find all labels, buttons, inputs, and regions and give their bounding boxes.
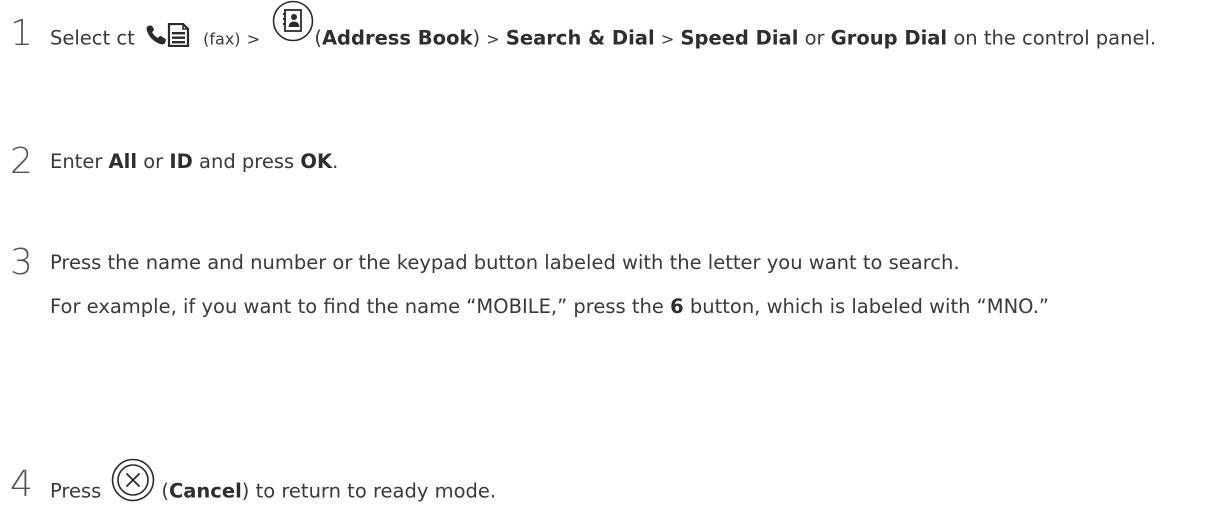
tail-text: on the control panel. bbox=[953, 26, 1157, 50]
instructions-page: 1 Select ct (fax) > (Address Book) > Sea… bbox=[0, 0, 1228, 523]
enter-text: Enter bbox=[50, 150, 103, 173]
step-text: Press (Cancel) to return to ready mode. bbox=[50, 458, 1214, 514]
step-3-line: Press the name and number or the keypad … bbox=[50, 251, 960, 274]
id-label: ID bbox=[169, 150, 193, 173]
open-paren: ( bbox=[161, 479, 169, 503]
six-button-label: 6 bbox=[670, 295, 684, 318]
step-number: 2 bbox=[10, 141, 33, 182]
close-paren: ) bbox=[472, 26, 481, 50]
step-text: Press the name and number or the keypad … bbox=[50, 247, 1214, 323]
step-text: Enter All or ID and press OK. bbox=[50, 146, 1214, 178]
step-text: Select ct (fax) > (Address Book) > Searc… bbox=[50, 0, 1214, 60]
step-number: 3 bbox=[10, 242, 33, 283]
group-dial-label: Group Dial bbox=[830, 26, 948, 50]
separator: > bbox=[660, 29, 675, 49]
all-label: All bbox=[108, 150, 138, 173]
step-number: 4 bbox=[10, 464, 33, 505]
address-book-label: Address Book bbox=[321, 26, 473, 50]
example-text-end: button, which is labeled with “MNO.” bbox=[689, 295, 1050, 318]
select-text: Select ct bbox=[50, 26, 135, 50]
or-text: or bbox=[143, 150, 164, 173]
separator: > bbox=[246, 29, 261, 49]
press-text: Press bbox=[50, 479, 102, 503]
separator: > bbox=[486, 29, 500, 49]
or-text: or bbox=[804, 26, 825, 50]
cancel-label: Cancel bbox=[168, 479, 242, 503]
period: . bbox=[332, 150, 339, 173]
tail-text: ) to return to ready mode. bbox=[241, 479, 497, 503]
ok-label: OK bbox=[300, 150, 333, 173]
open-paren: ( bbox=[314, 26, 322, 50]
address-book-icon bbox=[273, 0, 314, 42]
search-dial-label: Search & Dial bbox=[505, 26, 655, 50]
fax-label: (fax) bbox=[203, 29, 241, 49]
step-number: 1 bbox=[10, 13, 33, 54]
speed-dial-label: Speed Dial bbox=[680, 26, 799, 50]
press-text: and press bbox=[199, 150, 295, 173]
cancel-icon bbox=[112, 458, 155, 502]
example-text: For example, if you want to find the nam… bbox=[50, 295, 664, 318]
fax-icon bbox=[146, 23, 190, 47]
